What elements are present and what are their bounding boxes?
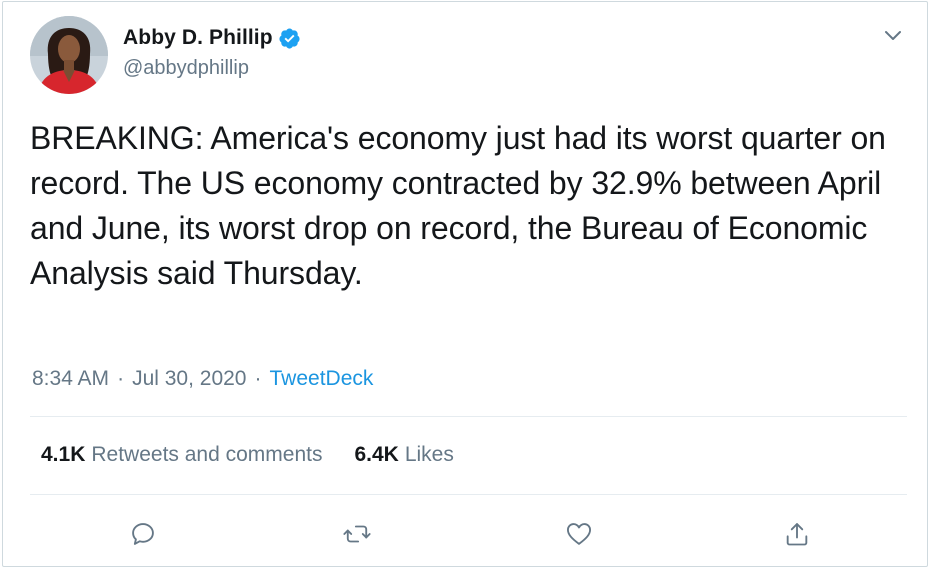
retweets-label: Retweets and comments: [91, 443, 323, 466]
like-heart-icon: [566, 523, 592, 545]
share-button[interactable]: [779, 516, 815, 552]
tweet-card: Abby D. Phillip @abbydphillip BREAKING: …: [2, 1, 928, 567]
retweet-icon: [343, 525, 371, 543]
likes-stat[interactable]: 6.4K Likes: [354, 443, 453, 467]
engagement-stats: 4.1K Retweets and comments 6.4K Likes: [41, 443, 454, 467]
likes-label: Likes: [404, 443, 454, 466]
divider: [30, 416, 907, 417]
tweet-source-link[interactable]: TweetDeck: [270, 367, 374, 391]
retweet-button[interactable]: [339, 516, 375, 552]
reply-icon: [132, 523, 154, 545]
reply-button[interactable]: [125, 516, 161, 552]
user-handle[interactable]: @abbydphillip: [123, 57, 249, 80]
tweet-time[interactable]: 8:34 AM: [32, 367, 109, 391]
tweet-date[interactable]: Jul 30, 2020: [132, 367, 246, 391]
action-bar: [3, 516, 929, 552]
like-button[interactable]: [561, 516, 597, 552]
meta-separator: ·: [117, 367, 125, 390]
profile-photo: [30, 16, 108, 94]
tweet-text: BREAKING: America's economy just had its…: [30, 120, 886, 291]
avatar[interactable]: [30, 16, 108, 94]
divider: [30, 494, 907, 495]
meta-separator: ·: [254, 367, 262, 390]
chevron-down-icon[interactable]: [881, 26, 905, 46]
likes-count: 6.4K: [354, 443, 399, 466]
verified-badge-icon: [279, 27, 300, 49]
share-icon: [786, 523, 808, 546]
retweets-stat[interactable]: 4.1K Retweets and comments: [41, 443, 322, 467]
display-name[interactable]: Abby D. Phillip: [123, 26, 273, 50]
tweet-meta: 8:34 AM · Jul 30, 2020 · TweetDeck: [32, 367, 373, 391]
retweets-count: 4.1K: [41, 443, 86, 466]
name-row: Abby D. Phillip: [123, 26, 301, 50]
